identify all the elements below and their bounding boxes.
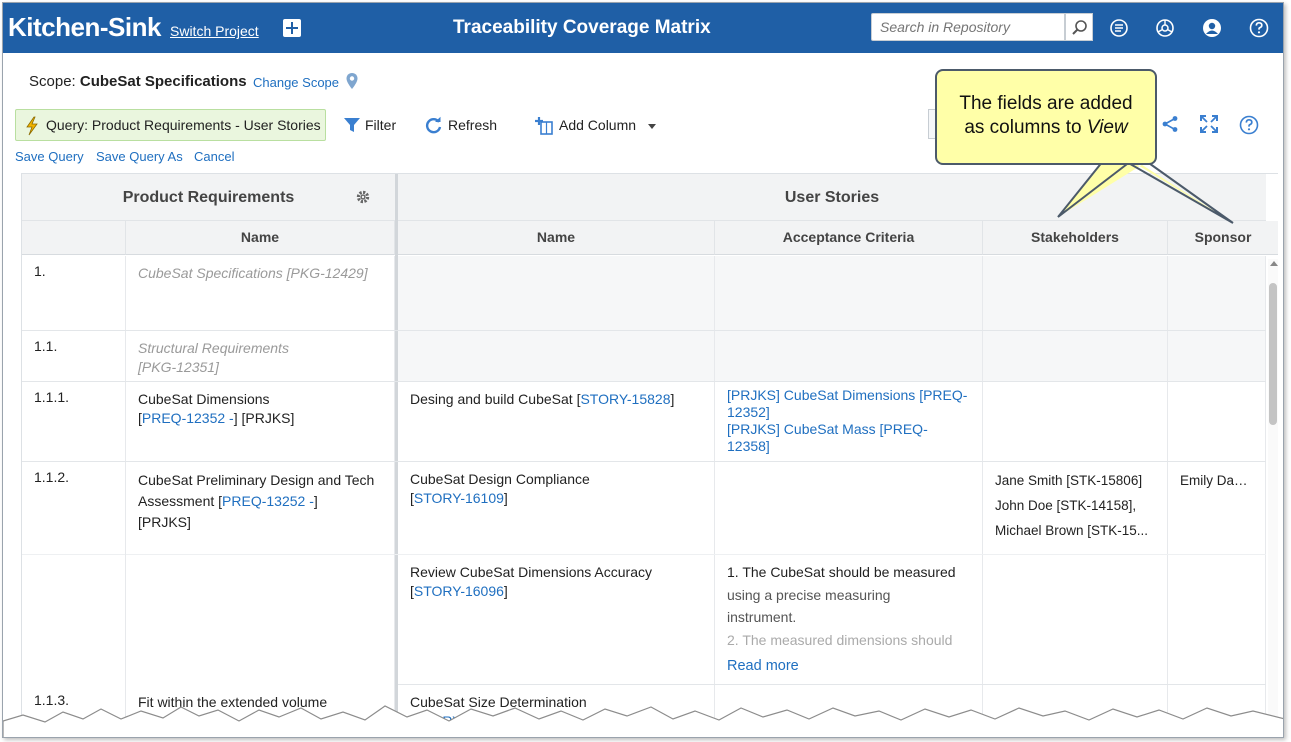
add-column-icon [535, 117, 553, 135]
chevron-down-icon [647, 123, 656, 129]
table-row: 1.1.1. CubeSat Dimensions [PREQ-12352 -] … [22, 382, 1266, 462]
cancel-link[interactable]: Cancel [194, 149, 234, 164]
map-pin-icon[interactable] [345, 72, 359, 93]
group-header-user-stories: User Stories [398, 174, 1266, 221]
story-link[interactable]: STORY-1610 [414, 713, 496, 729]
page-title: Traceability Coverage Matrix [453, 17, 711, 38]
save-query-as-link[interactable]: Save Query As [96, 149, 183, 164]
lightning-icon [24, 116, 40, 139]
column-header-acceptance-criteria[interactable]: Acceptance Criteria [715, 221, 983, 255]
user-avatar-icon[interactable] [1202, 18, 1222, 38]
help-icon[interactable] [1249, 18, 1269, 38]
add-column-button[interactable]: Add Column [534, 117, 656, 135]
top-bar: Kitchen-Sink Switch Project Traceability… [3, 3, 1283, 53]
column-header-sponsor[interactable]: Sponsor [1168, 221, 1278, 255]
table-row: 1. CubeSat Specifications [PKG-12429] [22, 256, 1266, 331]
save-query-link[interactable]: Save Query [15, 149, 84, 164]
table-row: 1.1.3. Fit within the extended volume Cu… [22, 685, 1266, 737]
vertical-scrollbar[interactable] [1268, 259, 1278, 737]
search-icon[interactable] [1065, 13, 1093, 41]
scope-name: CubeSat Specifications [79, 73, 247, 90]
package-link[interactable]: Structural Requirements [PKG-12351] [138, 340, 289, 375]
column-header-story-name[interactable]: Name [398, 221, 715, 255]
search-input[interactable] [871, 13, 1065, 41]
scroll-thumb[interactable] [1269, 283, 1277, 425]
filter-button[interactable]: Filter [343, 117, 396, 133]
traceability-matrix: Product Requirements User Stories Name N… [21, 173, 1278, 737]
requirement-link[interactable]: PREQ-12352 - [142, 410, 234, 426]
stakeholder-link[interactable]: Jane Smith [STK-15806] [995, 468, 1155, 493]
package-link[interactable]: CubeSat Specifications [PKG-12429] [138, 265, 368, 281]
requirement-link[interactable]: [PRJKS] CubeSat Mass [PREQ-12358] [727, 421, 970, 455]
table-row: 1.1. Structural Requirements [PKG-12351] [22, 331, 1266, 382]
requirement-link[interactable]: PREQ-13252 - [222, 493, 314, 509]
sponsor-link[interactable]: Emily Davis [S [1180, 468, 1253, 493]
column-header-req-name[interactable]: Name [126, 221, 395, 255]
story-link[interactable]: STORY-16096 [414, 583, 504, 599]
refresh-icon [425, 116, 442, 134]
table-row: Review CubeSat Dimensions Accuracy [STORY… [398, 555, 1266, 685]
column-header-stakeholders[interactable]: Stakeholders [983, 221, 1168, 255]
table-row: 1.1.2. CubeSat Preliminary Design and Te… [22, 462, 1266, 685]
settings-icon[interactable] [1155, 18, 1175, 38]
change-scope-link[interactable]: Change Scope [253, 75, 339, 90]
query-chip[interactable]: Query: Product Requirements - User Stori… [15, 109, 326, 141]
gear-icon[interactable] [355, 189, 371, 208]
story-link[interactable]: STORY-15828 [580, 391, 670, 407]
switch-project-link[interactable]: Switch Project [170, 23, 259, 39]
group-header-product-requirements: Product Requirements [22, 174, 395, 221]
fullscreen-icon[interactable] [1200, 115, 1220, 135]
story-link[interactable]: STORY-16109 [414, 490, 504, 506]
stakeholder-link[interactable]: John Doe [STK-14158], [995, 493, 1155, 518]
add-icon[interactable] [283, 19, 301, 37]
app-name: Kitchen-Sink [8, 12, 161, 42]
requirement-link[interactable]: [PRJKS] CubeSat Dimensions [PREQ-12352] [727, 387, 970, 421]
share-icon[interactable] [1161, 115, 1181, 135]
matrix-help-icon[interactable] [1239, 115, 1259, 135]
scroll-up-arrow[interactable] [1270, 261, 1278, 266]
tasks-icon[interactable] [1109, 18, 1129, 38]
read-more-link[interactable]: Read more [727, 657, 970, 676]
app-window: Kitchen-Sink Switch Project Traceability… [2, 2, 1284, 738]
column-header-number [22, 221, 126, 255]
refresh-button[interactable]: Refresh [424, 116, 497, 134]
scope-label: Scope: CubeSat Specifications [29, 73, 247, 90]
callout-note: The fields are added as columns to View [935, 69, 1157, 165]
filter-icon [344, 118, 360, 132]
stakeholder-link[interactable]: Michael Brown [STK-15... [995, 518, 1155, 543]
